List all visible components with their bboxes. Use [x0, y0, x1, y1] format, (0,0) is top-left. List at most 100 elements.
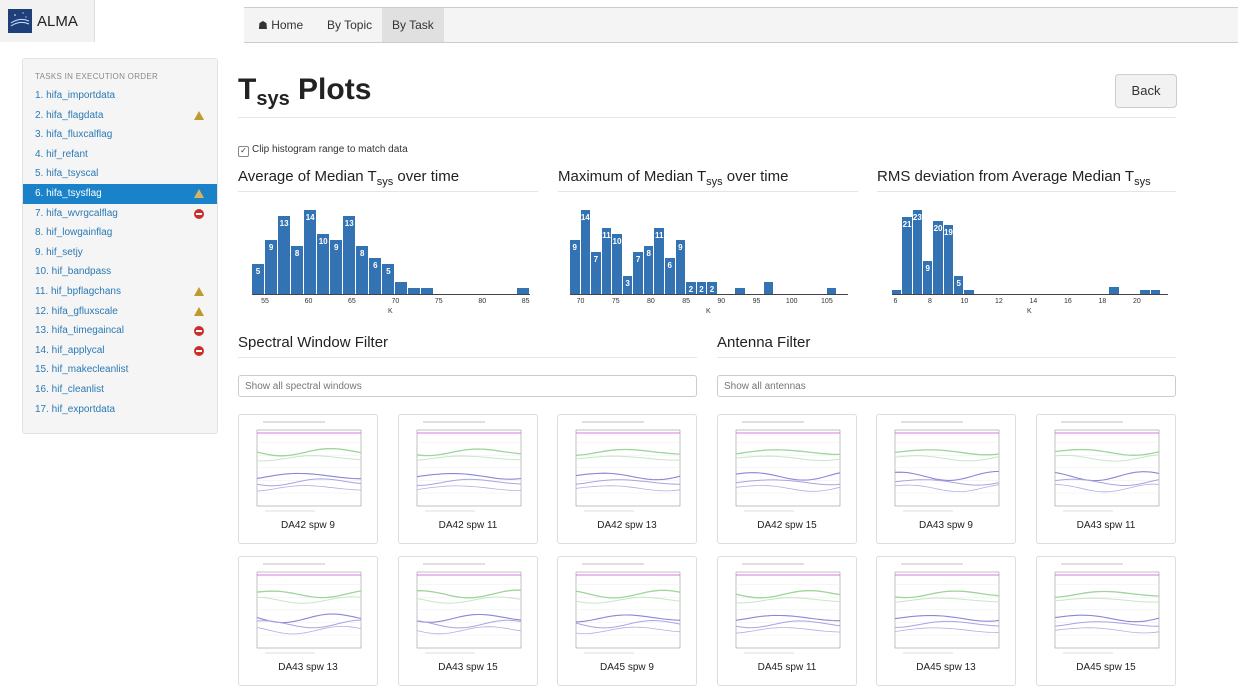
sidebar-task-label: 15. hif_makecleanlist	[35, 364, 129, 376]
histogram-bar[interactable]: 9	[265, 240, 278, 294]
sidebar-task-item[interactable]: 8. hif_lowgainflag	[23, 223, 217, 243]
tsys-plot-thumbnail[interactable]: DA45 spw 11	[717, 556, 857, 686]
sidebar-task-item[interactable]: 17. hif_exportdata	[23, 400, 217, 420]
tsys-plot-thumbnail[interactable]: DA42 spw 13	[557, 414, 697, 544]
tsys-plot-image[interactable]	[1043, 562, 1169, 657]
histogram-bar[interactable]: 8	[643, 246, 654, 294]
back-button[interactable]: Back	[1115, 74, 1177, 108]
histogram-bar[interactable]: 5	[252, 264, 265, 294]
nav-by-task[interactable]: By Task	[382, 8, 444, 42]
sidebar-task-item[interactable]: 9. hif_setjy	[23, 243, 217, 263]
histogram-bar[interactable]: 7	[591, 252, 601, 294]
histogram-bar[interactable]: 8	[356, 246, 369, 294]
spw-filter-input[interactable]: Show all spectral windows	[238, 375, 697, 397]
histogram-bar[interactable]: 10	[612, 234, 622, 294]
brand[interactable]: ALMA	[0, 0, 95, 42]
histogram-bar[interactable]: 5	[382, 264, 395, 294]
histogram-bar[interactable]: 19	[943, 224, 954, 294]
sidebar-task-item[interactable]: 12. hifa_gfluxscale	[23, 302, 217, 322]
sidebar-task-label: 14. hif_applycal	[35, 344, 105, 356]
sidebar-task-item[interactable]: 2. hifa_flagdata	[23, 106, 217, 126]
histogram-bar[interactable]: 9	[330, 240, 343, 294]
warning-icon	[194, 110, 204, 120]
sidebar-task-item[interactable]: 4. hif_refant	[23, 145, 217, 165]
histogram-bar[interactable]: 2	[686, 282, 696, 294]
tsys-plot-thumbnail[interactable]: DA42 spw 11	[398, 414, 538, 544]
histogram-bar[interactable]: 9	[570, 240, 580, 294]
tsys-plot-thumbnail[interactable]: DA45 spw 9	[557, 556, 697, 686]
sidebar-task-item[interactable]: 10. hif_bandpass	[23, 262, 217, 282]
histogram-bar[interactable]: 7	[633, 252, 643, 294]
tsys-plot-image[interactable]	[724, 562, 850, 657]
thumbnail-caption: DA45 spw 13	[916, 662, 976, 673]
tsys-plot-image[interactable]	[564, 420, 690, 515]
histogram-bar[interactable]: 3	[622, 276, 633, 294]
checkbox-icon[interactable]: ✓	[238, 146, 249, 157]
histogram-bar[interactable]: 20	[933, 220, 943, 294]
sidebar-task-item[interactable]: 3. hifa_fluxcalflag	[23, 125, 217, 145]
sidebar-task-item[interactable]: 15. hif_makecleanlist	[23, 360, 217, 380]
histogram-bar[interactable]: 23	[912, 210, 923, 294]
sidebar-task-item[interactable]: 13. hifa_timegaincal	[23, 321, 217, 341]
nav-home[interactable]: ☗ Home	[248, 8, 313, 42]
histogram-bar[interactable]: 9	[923, 261, 933, 294]
tsys-plot-thumbnail[interactable]: DA45 spw 13	[876, 556, 1016, 686]
tsys-plot-thumbnail[interactable]: DA45 spw 15	[1036, 556, 1176, 686]
sidebar-task-item[interactable]: 7. hifa_wvrgcalflag	[23, 204, 217, 224]
tsys-plot-thumbnail[interactable]: DA42 spw 15	[717, 414, 857, 544]
x-axis-line	[570, 294, 848, 295]
histogram-bar[interactable]: 2	[696, 282, 707, 294]
histogram-bar[interactable]: 10	[317, 234, 330, 294]
antenna-filter-title: Antenna Filter	[717, 334, 811, 351]
sidebar-task-item[interactable]: 16. hif_cleanlist	[23, 380, 217, 400]
hist-max-median-chart[interactable]: 9 14 7 11 10 3 7 8 11 6 9 2 2 2 70 75 80 85 90 95 100 105 K	[570, 208, 848, 315]
tsys-plot-thumbnail[interactable]: DA43 spw 9	[876, 414, 1016, 544]
tsys-plot-thumbnail[interactable]: DA42 spw 9	[238, 414, 378, 544]
histogram-bar[interactable]: 6	[665, 258, 675, 294]
clip-histogram-checkbox[interactable]: ✓ Clip histogram range to match data	[238, 144, 408, 157]
histogram-bar[interactable]: 11	[654, 228, 664, 294]
histogram-bar[interactable]	[395, 282, 408, 294]
tsys-plot-thumbnail[interactable]: DA43 spw 15	[398, 556, 538, 686]
tsys-plot-image[interactable]	[245, 420, 371, 515]
histogram-bar[interactable]: 8	[291, 246, 304, 294]
histogram-bar[interactable]: 5	[954, 275, 964, 294]
tsys-plot-image[interactable]	[405, 562, 531, 657]
sidebar-task-item[interactable]: 1. hifa_importdata	[23, 86, 217, 106]
tsys-plot-image[interactable]	[245, 562, 371, 657]
histogram-bar[interactable]: 14	[304, 210, 317, 294]
tsys-plot-image[interactable]	[724, 420, 850, 515]
histogram-bar[interactable]	[1109, 286, 1119, 294]
sidebar-task-item[interactable]: 11. hif_bpflagchans	[23, 282, 217, 302]
histogram-bar[interactable]: 13	[278, 216, 291, 294]
tsys-plot-image[interactable]	[405, 420, 531, 515]
x-tick-label: 6	[893, 298, 898, 305]
tsys-plot-thumbnail[interactable]: DA43 spw 13	[238, 556, 378, 686]
histogram-bar[interactable]: 21	[902, 217, 912, 294]
x-tick-label: 80	[647, 298, 655, 305]
tsys-plot-image[interactable]	[883, 562, 1009, 657]
hist-rms-chart[interactable]: 21 23 9 20 19 5 6 8 10 12 14 16 18 20 K	[892, 208, 1168, 315]
histogram-bar[interactable]: 14	[580, 210, 591, 294]
hist-avg-median-chart[interactable]: 5 9 13 8 14 10 9 13 8 6 5 55 60 65 70 75 80 85 K	[252, 208, 530, 315]
antenna-filter-input[interactable]: Show all antennas	[717, 375, 1176, 397]
tsys-plot-image[interactable]	[1043, 420, 1169, 515]
tsys-plot-thumbnail[interactable]: DA43 spw 11	[1036, 414, 1176, 544]
histogram-bar[interactable]	[763, 282, 774, 294]
histogram-bar[interactable]: 13	[343, 216, 356, 294]
clip-label: Clip histogram range to match data	[252, 144, 408, 155]
thumbnail-caption: DA42 spw 11	[438, 520, 498, 531]
sidebar-task-item[interactable]: 5. hifa_tsyscal	[23, 164, 217, 184]
histogram-bar[interactable]: 6	[369, 258, 382, 294]
bar-count-label: 9	[678, 243, 683, 252]
histogram-bar[interactable]: 11	[601, 228, 612, 294]
x-tick-label: 85	[521, 298, 530, 305]
sidebar-task-item[interactable]: 14. hif_applycal	[23, 341, 217, 361]
tsys-plot-image[interactable]	[883, 420, 1009, 515]
tsys-plot-image[interactable]	[564, 562, 690, 657]
nav-by-topic[interactable]: By Topic	[317, 8, 382, 42]
histogram-bar[interactable]: 9	[675, 240, 686, 294]
histogram-bar[interactable]: 2	[707, 282, 717, 294]
sidebar-task-item[interactable]: 6. hifa_tsysflag	[23, 184, 217, 204]
top-bar: ALMA ☗ Home By Topic By Task	[0, 0, 1238, 43]
